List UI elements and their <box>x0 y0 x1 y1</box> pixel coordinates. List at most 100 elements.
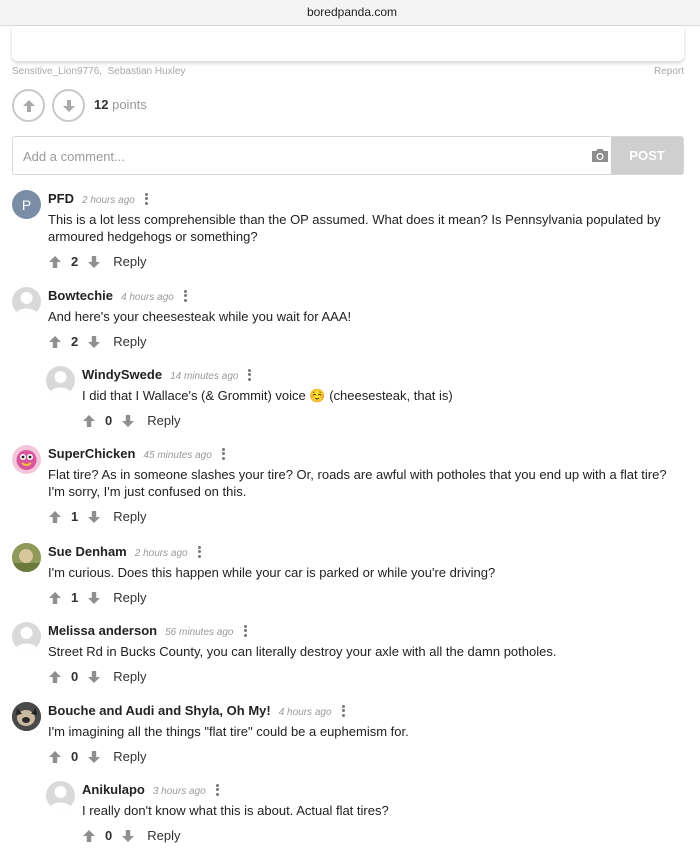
comment-timestamp: 56 minutes ago <box>165 627 234 638</box>
arrow-up-icon[interactable] <box>82 414 96 428</box>
arrow-up-icon[interactable] <box>48 750 62 764</box>
comment-author[interactable]: Bouche and Audi and Shyla, Oh My! <box>48 703 271 718</box>
credit-user-link[interactable]: Sensitive_Lion9776 <box>12 66 99 77</box>
reply-button[interactable]: Reply <box>113 334 146 349</box>
comment-text: And here's your cheesesteak while you wa… <box>48 309 352 324</box>
more-options-icon[interactable] <box>341 704 346 717</box>
comment-text: I did that I Wallace's (& Grommit) voice… <box>82 388 453 403</box>
avatar[interactable] <box>12 702 41 731</box>
comment-header: Melissa anderson 56 minutes ago <box>48 623 248 638</box>
reply-button[interactable]: Reply <box>147 828 180 843</box>
comment-timestamp: 2 hours ago <box>82 195 135 206</box>
arrow-down-icon[interactable] <box>87 335 101 349</box>
more-options-icon[interactable] <box>215 783 220 796</box>
comment-author[interactable]: Sue Denham <box>48 544 127 559</box>
comment-actions: 0 Reply <box>82 828 180 843</box>
comment-actions: 2 Reply <box>48 334 146 349</box>
comment-actions: 0 Reply <box>82 413 180 428</box>
reply-button[interactable]: Reply <box>113 509 146 524</box>
avatar[interactable] <box>46 781 75 810</box>
arrow-up-icon[interactable] <box>48 510 62 524</box>
arrow-up-icon[interactable] <box>48 591 62 605</box>
comment-actions: 2 Reply <box>48 254 146 269</box>
reply-comment: WindySwede 14 minutes ago I did that I Wal… <box>46 366 684 432</box>
arrow-down-icon[interactable] <box>87 255 101 269</box>
comment-header: Sue Denham 2 hours ago <box>48 544 202 559</box>
comment-vote-count: 0 <box>71 669 79 684</box>
arrow-down-icon[interactable] <box>121 414 135 428</box>
points-label: points <box>112 97 147 112</box>
avatar[interactable] <box>46 366 75 395</box>
arrow-up-icon[interactable] <box>48 335 62 349</box>
comment-actions: 0 Reply <box>48 669 146 684</box>
comment-header: PFD 2 hours ago <box>48 191 149 206</box>
comment-author[interactable]: Melissa anderson <box>48 623 157 638</box>
more-options-icon[interactable] <box>243 624 248 637</box>
comment-author[interactable]: PFD <box>48 191 74 206</box>
reply-button[interactable]: Reply <box>113 749 146 764</box>
report-link[interactable]: Report <box>654 66 684 77</box>
camera-icon[interactable] <box>591 148 609 163</box>
arrow-up-icon <box>22 99 35 112</box>
comment-actions: 1 Reply <box>48 590 146 605</box>
avatar[interactable] <box>12 543 41 572</box>
arrow-up-icon[interactable] <box>48 670 62 684</box>
comment-timestamp: 4 hours ago <box>278 707 332 718</box>
url-text: boredpanda.com <box>306 5 398 19</box>
comment: Bowtechie 4 hours ago And here's your chee… <box>12 287 684 353</box>
credit-user-link[interactable]: Sebastian Huxley <box>108 66 186 77</box>
more-options-icon[interactable] <box>197 545 202 558</box>
comment-actions: 1 Reply <box>48 509 146 524</box>
comment-actions: 0 Reply <box>48 749 146 764</box>
arrow-down-icon[interactable] <box>87 670 101 684</box>
arrow-down-icon[interactable] <box>87 750 101 764</box>
comment: Melissa anderson 56 minutes ago Street Rd … <box>12 622 684 688</box>
comment-header: Bouche and Audi and Shyla, Oh My! 4 hours… <box>48 703 346 718</box>
arrow-up-icon[interactable] <box>82 829 96 843</box>
avatar[interactable] <box>12 445 41 474</box>
comment-text: Street Rd in Bucks County, you can liter… <box>48 644 557 659</box>
avatar[interactable]: P <box>12 190 41 219</box>
more-options-icon[interactable] <box>248 368 252 381</box>
reply-button[interactable]: Reply <box>147 413 180 428</box>
more-options-icon[interactable] <box>183 289 188 302</box>
browser-address-bar[interactable]: boredpanda.com <box>0 0 700 26</box>
post-credits: Sensitive_Lion9776, Sebastian Huxley <box>12 66 186 77</box>
comment-vote-count: 1 <box>71 590 79 605</box>
more-options-icon[interactable] <box>144 192 149 205</box>
points-counter: 12 points <box>94 97 147 112</box>
reply-button[interactable]: Reply <box>113 669 146 684</box>
upvote-button[interactable] <box>12 89 45 122</box>
post-card-bottom <box>12 26 684 61</box>
arrow-down-icon[interactable] <box>87 591 101 605</box>
comment-vote-count: 0 <box>105 828 113 843</box>
comment-author[interactable]: Bowtechie <box>48 288 113 303</box>
reply-button[interactable]: Reply <box>113 590 146 605</box>
avatar[interactable] <box>12 622 41 651</box>
comment-input[interactable] <box>23 146 583 166</box>
avatar[interactable] <box>12 287 41 316</box>
comment: Sue Denham 2 hours ago I'm curious. Does t… <box>12 543 684 609</box>
comment-header: Anikulapo 3 hours ago <box>82 782 220 797</box>
comment-author[interactable]: Anikulapo <box>82 782 145 797</box>
comment-header: Bowtechie 4 hours ago <box>48 288 188 303</box>
comment-author[interactable]: SuperChicken <box>48 446 135 461</box>
more-options-icon[interactable] <box>221 447 226 460</box>
arrow-down-icon <box>62 99 75 112</box>
comment: Bouche and Audi and Shyla, Oh My! 4 hours… <box>12 702 684 768</box>
arrow-up-icon[interactable] <box>48 255 62 269</box>
reply-button[interactable]: Reply <box>113 254 146 269</box>
reply-comment: Anikulapo 3 hours ago I really don't know … <box>46 781 684 847</box>
comment-vote-count: 2 <box>71 334 79 349</box>
comment-author[interactable]: WindySwede <box>82 367 162 382</box>
comment: P PFD 2 hours ago This is a lot less compre… <box>12 190 684 274</box>
comment-text: Flat tire? As in someone slashes your ti… <box>48 467 667 499</box>
comment-timestamp: 4 hours ago <box>121 292 174 303</box>
downvote-button[interactable] <box>52 89 85 122</box>
arrow-down-icon[interactable] <box>87 510 101 524</box>
comment-timestamp: 14 minutes ago <box>170 371 239 382</box>
comment-timestamp: 3 hours ago <box>152 786 206 797</box>
comment-form: POST <box>12 136 684 175</box>
post-button[interactable]: POST <box>611 137 683 174</box>
arrow-down-icon[interactable] <box>121 829 135 843</box>
